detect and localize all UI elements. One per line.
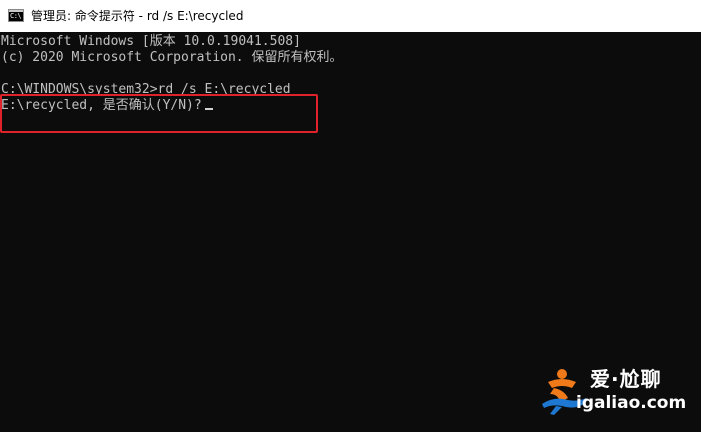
window-title: 管理员: 命令提示符 - rd /s E:\recycled [31,9,244,23]
title-bar[interactable]: C:\ 管理员: 命令提示符 - rd /s E:\recycled [0,0,701,32]
console-line-version: Microsoft Windows [版本 10.0.19041.508] [1,34,301,49]
console-line-copyright: (c) 2020 Microsoft Corporation. 保留所有权利。 [1,50,343,65]
command-prompt-window: C:\ 管理员: 命令提示符 - rd /s E:\recycled Micro… [0,0,701,432]
highlight-annotation-box [0,94,318,133]
watermark-brand-text: 爱·尬聊 [590,367,662,391]
cmd-icon: C:\ [8,9,24,22]
site-watermark: 爱·尬聊 igaliao.com [538,364,698,420]
watermark-url-text: igaliao.com [576,393,687,413]
